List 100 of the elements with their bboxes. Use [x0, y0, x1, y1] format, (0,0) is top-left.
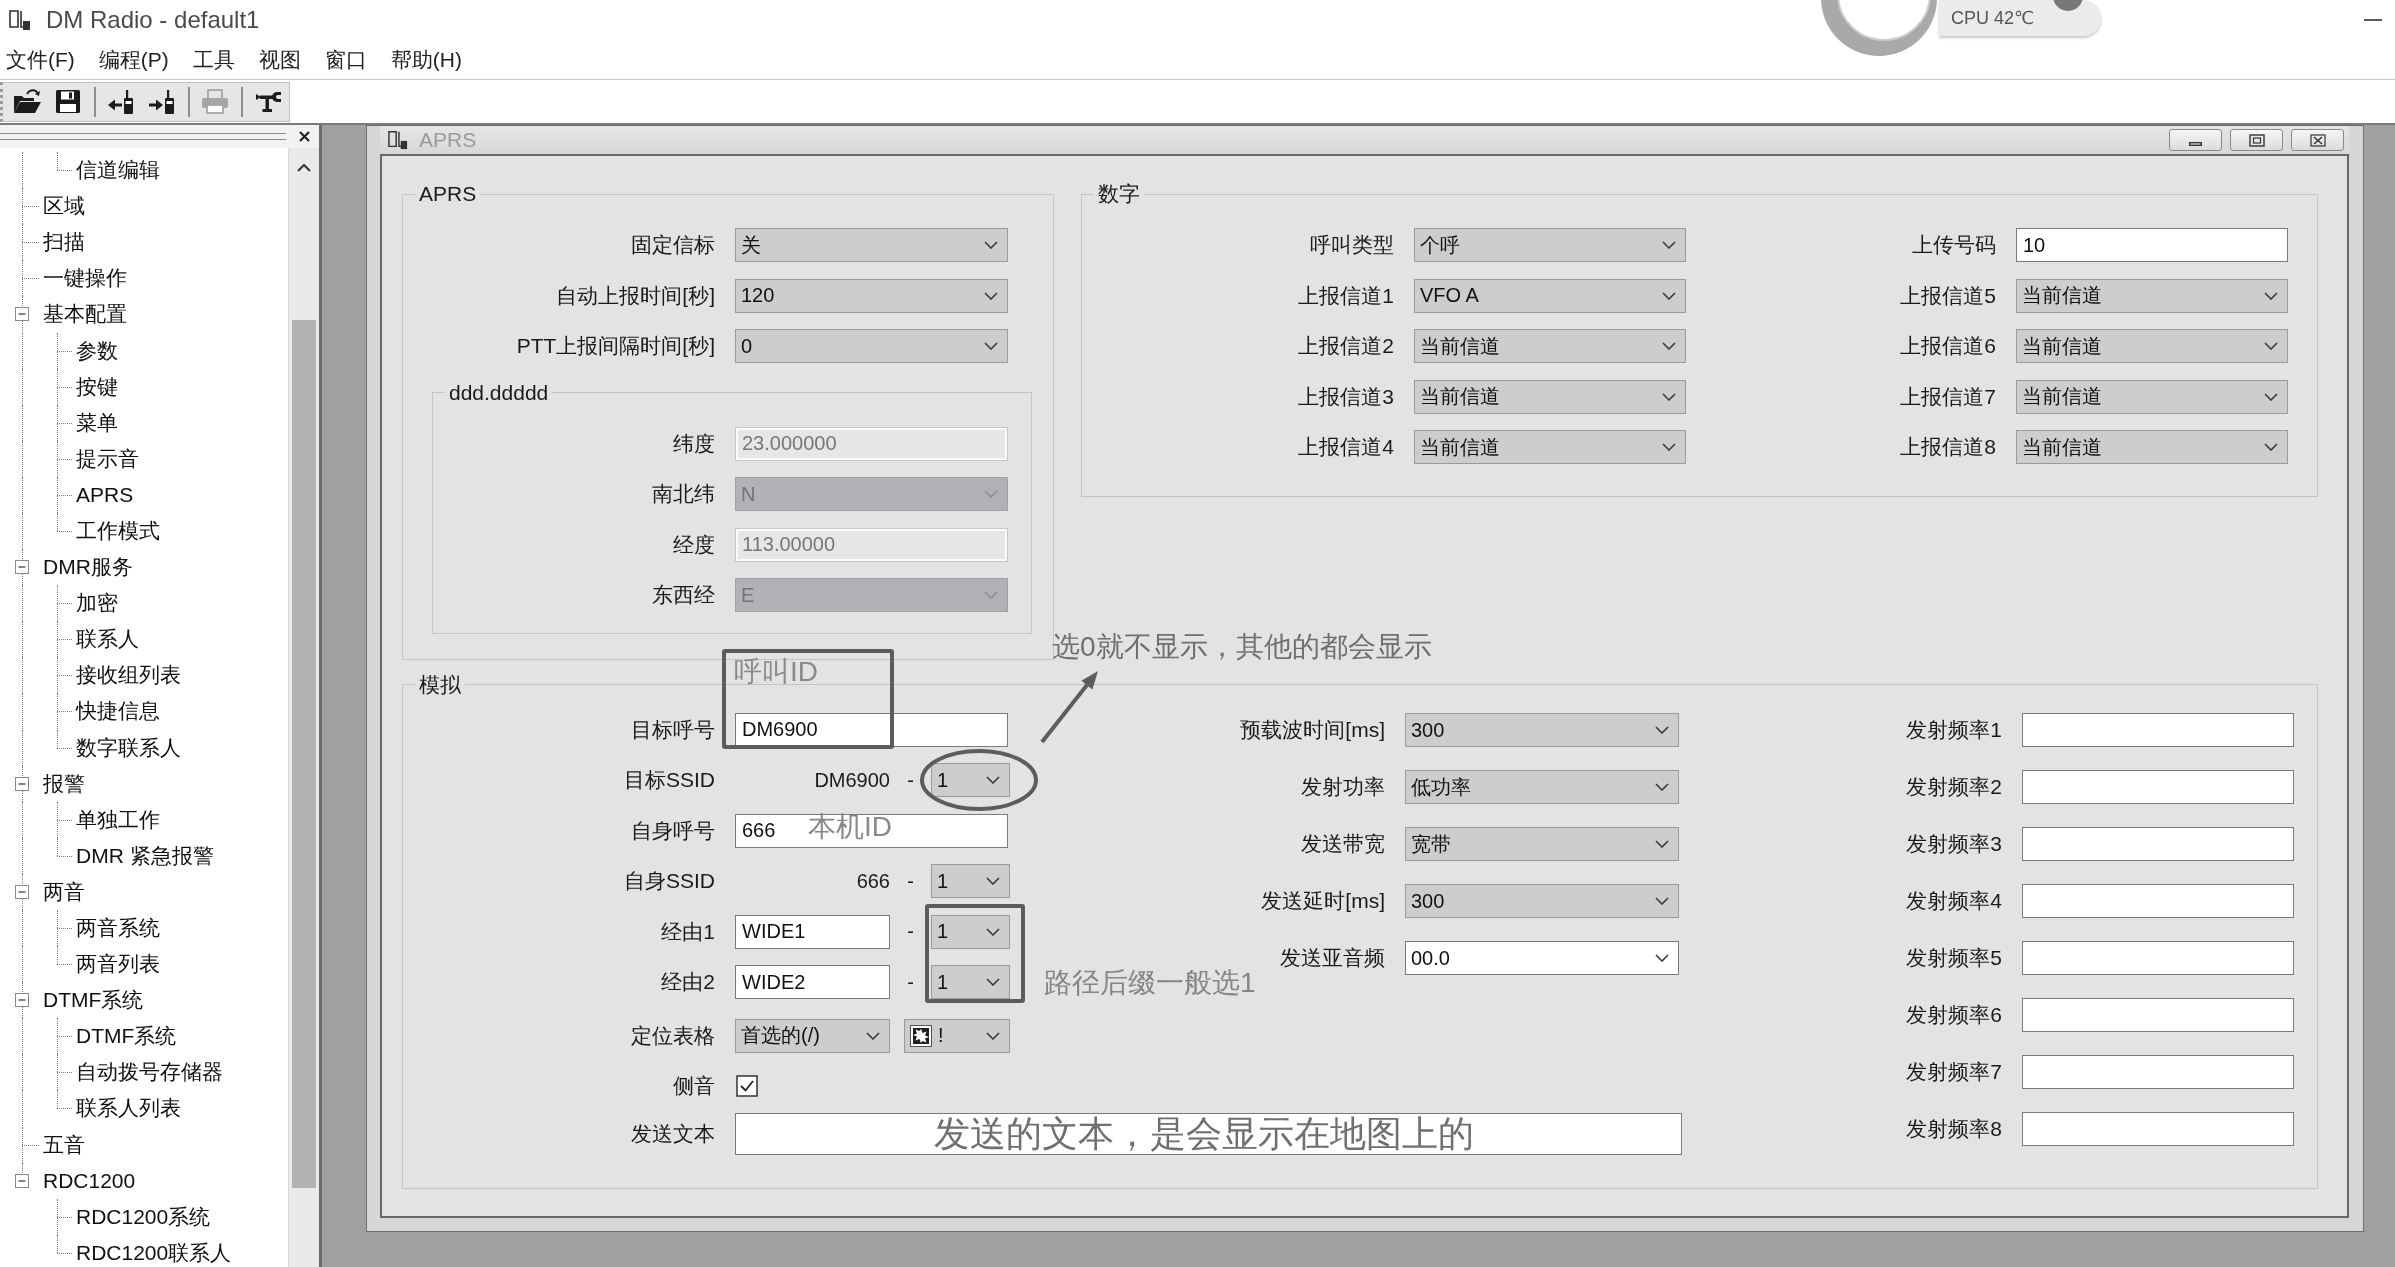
text-field[interactable]	[2022, 827, 2294, 861]
tree-item[interactable]: 快捷信息	[76, 700, 160, 723]
tree-item[interactable]: RDC1200系统	[76, 1205, 211, 1228]
folder-open-icon[interactable]	[13, 88, 41, 115]
tree-item[interactable]: 信道编辑	[76, 159, 160, 182]
dropdown[interactable]: 当前信道	[1414, 329, 1686, 364]
dropdown[interactable]: 宽带	[1405, 827, 1679, 861]
dropdown[interactable]: 1	[931, 914, 1010, 949]
menu-item[interactable]: 文件(F)	[0, 42, 87, 77]
dash-text: -	[906, 920, 915, 944]
tree-item[interactable]: DTMF系统	[76, 1025, 177, 1048]
tree-item[interactable]: 联系人列表	[76, 1097, 181, 1120]
tree-item[interactable]: 接收组列表	[76, 664, 181, 687]
tree-item[interactable]: 参数	[76, 339, 118, 362]
text-field[interactable]	[2022, 1055, 2294, 1089]
text-field[interactable]	[2022, 770, 2294, 804]
menu-item[interactable]: 帮助(H)	[378, 42, 474, 77]
dropdown[interactable]: 低功率	[1405, 770, 1679, 804]
dropdown[interactable]: 300	[1405, 713, 1679, 747]
tree-item[interactable]: 五音	[43, 1133, 85, 1156]
annotation-note: 发送的文本，是会显示在地图上的	[934, 1114, 1474, 1153]
tree-item[interactable]: 按键	[76, 375, 118, 398]
tree-item[interactable]: 加密	[76, 592, 118, 615]
tree-item[interactable]: DMR 紧急报警	[76, 844, 214, 867]
chevron-down-icon	[866, 1031, 880, 1040]
text-field[interactable]: DM6900	[735, 712, 1008, 747]
dropdown[interactable]: VFO A	[1414, 278, 1686, 313]
drag-handle[interactable]	[0, 133, 286, 140]
scrollbar[interactable]	[288, 148, 319, 1267]
minus-box-icon[interactable]	[15, 307, 29, 322]
dropdown[interactable]: 当前信道	[2016, 278, 2288, 313]
tree-item[interactable]: 两音列表	[76, 953, 160, 976]
field-label: 发射频率5	[1905, 945, 2002, 971]
gauge-ring-icon[interactable]	[1820, 0, 1938, 57]
dropdown[interactable]: 当前信道	[2016, 430, 2288, 465]
minus-box-icon[interactable]	[15, 993, 29, 1008]
dropdown[interactable]: 300	[1405, 884, 1679, 918]
dropdown[interactable]: 关	[735, 228, 1008, 263]
chevron-up-icon[interactable]	[297, 163, 311, 172]
tree-item[interactable]: 区域	[43, 195, 85, 218]
tree-item[interactable]: 基本配置	[43, 303, 127, 326]
tree-item[interactable]: DTMF系统	[43, 989, 144, 1012]
text-field[interactable]	[2022, 941, 2294, 975]
text-field[interactable]: 发送的文本，是会显示在地图上的	[735, 1112, 1682, 1155]
dropdown[interactable]: 当前信道	[1414, 430, 1686, 465]
cpu-widget[interactable]: CPU 42℃	[1939, 0, 2101, 36]
chevron-down-icon	[1662, 241, 1676, 250]
text-field[interactable]	[2022, 1112, 2294, 1146]
tree-item[interactable]: 两音	[43, 880, 85, 903]
dropdown[interactable]: 120	[735, 278, 1008, 313]
close-icon[interactable]	[298, 130, 311, 143]
tree-item[interactable]: 工作模式	[76, 520, 160, 542]
tree-item[interactable]: 报警	[43, 772, 85, 795]
tree-item[interactable]: 单独工作	[76, 808, 160, 831]
dropdown[interactable]: 当前信道	[1414, 379, 1686, 414]
minus-box-icon[interactable]	[15, 1173, 29, 1188]
text-field[interactable]	[2022, 884, 2294, 918]
tree-item[interactable]: APRS	[76, 483, 134, 506]
tree-item[interactable]: RDC1200联系人	[76, 1241, 232, 1264]
maximize-button[interactable]	[2230, 129, 2283, 151]
menu-item[interactable]: 编程(P)	[86, 42, 181, 77]
text-field[interactable]: WIDE2	[735, 965, 890, 1000]
minus-box-icon[interactable]	[15, 884, 29, 899]
dropdown[interactable]: 个呼	[1414, 228, 1686, 263]
scrollbar-thumb[interactable]	[292, 320, 316, 1188]
menu-item[interactable]: 窗口	[312, 42, 379, 77]
tree-item[interactable]: 两音系统	[76, 917, 160, 939]
radio-arrow-right-icon[interactable]	[148, 88, 176, 115]
tree-item[interactable]: 数字联系人	[76, 736, 181, 759]
dropdown[interactable]: 当前信道	[2016, 379, 2288, 414]
tree-item[interactable]: 菜单	[76, 411, 118, 434]
dropdown[interactable]: 1	[931, 965, 1010, 1000]
radio-arrow-left-icon[interactable]	[107, 88, 135, 115]
dropdown[interactable]: 0	[735, 329, 1008, 364]
combo-box[interactable]: 00.0	[1405, 941, 1679, 975]
tree-item[interactable]: DMR服务	[43, 556, 133, 579]
tree-item[interactable]: 自动拨号存储器	[76, 1061, 223, 1084]
text-field[interactable]: 10	[2016, 228, 2288, 263]
tree-item[interactable]: RDC1200	[43, 1169, 136, 1192]
dropdown[interactable]: 当前信道	[2016, 329, 2288, 364]
tree-item[interactable]: 扫描	[43, 231, 85, 254]
tree-item[interactable]: 联系人	[76, 628, 139, 651]
text-field[interactable]	[2022, 998, 2294, 1032]
text-field[interactable]	[2022, 713, 2294, 747]
minus-box-icon[interactable]	[15, 776, 29, 791]
field-label: 南北纬	[651, 481, 715, 508]
minus-box-icon[interactable]	[15, 560, 29, 575]
tree-item[interactable]: 提示音	[76, 447, 139, 470]
dropdown[interactable]: !	[904, 1018, 1010, 1053]
dropdown[interactable]: 首选的(/)	[735, 1018, 890, 1053]
menu-item[interactable]: 视图	[246, 42, 313, 77]
dropdown[interactable]: 1	[931, 864, 1010, 899]
dropdown[interactable]: 1	[931, 763, 1010, 798]
tree-item[interactable]: 一键操作	[43, 267, 127, 290]
text-field[interactable]: WIDE1	[735, 914, 890, 949]
close-button[interactable]	[2291, 129, 2344, 151]
checkbox[interactable]	[736, 1075, 758, 1097]
minimize-button[interactable]	[2169, 129, 2222, 151]
group-title: APRS	[418, 181, 478, 207]
menu-item[interactable]: 工具	[180, 42, 247, 77]
